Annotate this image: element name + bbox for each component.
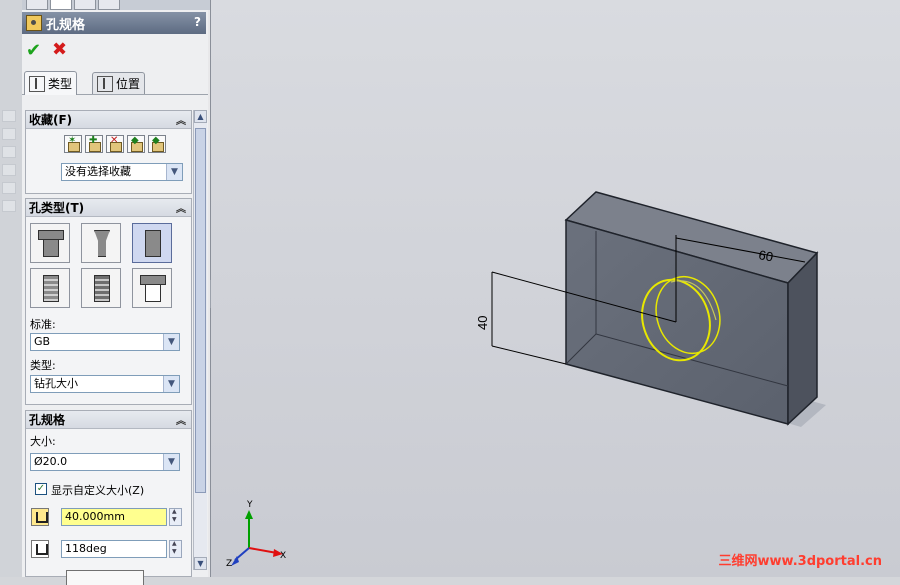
cancel-button[interactable]: ✖ — [52, 39, 67, 60]
hole-icon — [145, 230, 161, 257]
depth-input[interactable]: 40.000mm — [61, 508, 167, 526]
strip-mark — [2, 182, 16, 194]
hole-type-header[interactable]: 孔类型(T) ︽ — [26, 199, 191, 217]
side-face — [787, 251, 818, 426]
favorite-load-icon[interactable]: ◆ — [148, 135, 166, 153]
hole-type-group: 孔类型(T) ︽ 标准: GB ▼ 类型: 钻孔大小 ▼ — [25, 198, 192, 405]
depth-spinner[interactable] — [169, 508, 182, 526]
tab-position-label: 位置 — [116, 77, 141, 91]
counterbore-icon — [38, 230, 64, 257]
legacy-hole-button[interactable] — [132, 268, 172, 308]
manager-tab[interactable] — [74, 0, 96, 10]
standard-select-value: GB — [34, 335, 51, 348]
dimension-40[interactable]: 40 — [475, 316, 490, 330]
axis-x-label: X — [280, 551, 286, 561]
standard-select[interactable]: GB ▼ — [30, 333, 180, 351]
favorite-add-icon[interactable]: ✶ — [64, 135, 82, 153]
scroll-up-icon[interactable]: ▲ — [194, 110, 207, 123]
help-button[interactable]: ? — [194, 15, 201, 29]
watermark-text: 三维网www.3dportal.cn — [718, 554, 882, 569]
countersink-button[interactable] — [81, 223, 121, 263]
strip-mark — [2, 200, 16, 212]
tapped-hole-button[interactable] — [30, 268, 70, 308]
type-label: 类型: — [30, 359, 56, 372]
custom-size-label: 显示自定义大小(Z) — [51, 484, 145, 497]
y-axis-arrow — [245, 510, 253, 519]
scroll-down-icon[interactable]: ▼ — [194, 557, 207, 570]
dimension-line — [491, 345, 567, 365]
type-icon — [29, 75, 45, 92]
dimension-60[interactable]: 60 — [757, 247, 774, 264]
ok-button[interactable]: ✔ — [26, 40, 41, 61]
angle-input[interactable]: 118deg — [61, 540, 167, 558]
hole-button[interactable] — [132, 223, 172, 263]
chevron-down-icon[interactable]: ▼ — [163, 334, 179, 350]
position-icon — [97, 75, 113, 92]
collapse-icon[interactable]: ︽ — [176, 200, 186, 215]
scroll-thumb[interactable] — [195, 128, 206, 493]
x-axis-line — [248, 547, 278, 554]
depth-value: 40.000mm — [65, 510, 125, 523]
strip-mark — [2, 146, 16, 158]
countersink-icon — [94, 230, 110, 257]
counterbore-button[interactable] — [30, 223, 70, 263]
pipe-tap-button[interactable] — [81, 268, 121, 308]
model-view: 60 40 Y X Z — [226, 191, 826, 569]
favorites-select[interactable]: 没有选择收藏 ▼ — [61, 163, 183, 181]
manager-tabs — [22, 0, 210, 10]
favorite-save-icon[interactable]: ◆ — [127, 135, 145, 153]
collapse-icon[interactable]: ︽ — [176, 412, 186, 427]
strip-mark — [2, 128, 16, 140]
pipe-tap-icon — [94, 275, 110, 302]
standard-label: 标准: — [30, 318, 56, 331]
favorites-header[interactable]: 收藏(F) ︽ — [26, 111, 191, 129]
strip-mark — [2, 164, 16, 176]
strip-mark — [2, 110, 16, 122]
axis-z-label: Z — [226, 559, 232, 569]
panel-tabs: 类型 位置 — [22, 70, 208, 95]
panel-scrollbar[interactable]: ▲ ▼ — [193, 110, 207, 570]
size-select[interactable]: Ø20.0 ▼ — [30, 453, 180, 471]
tab-type[interactable]: 类型 — [24, 71, 78, 95]
tab-type-label: 类型 — [48, 77, 73, 91]
chevron-down-icon[interactable]: ▼ — [163, 376, 179, 392]
panel-content: 孔规格 ? ✔ ✖ 类型 位置 ▲ ▼ 收藏(F) ︽ ✶ ✚ ✕ ◆ ◆ 没有… — [22, 10, 208, 585]
angle-icon — [31, 540, 49, 558]
legacy-hole-icon — [140, 275, 166, 302]
left-strip — [0, 0, 23, 577]
manager-tab[interactable] — [98, 0, 120, 10]
favorites-select-value: 没有选择收藏 — [65, 165, 131, 178]
axis-y-label: Y — [246, 500, 253, 510]
axis-triad: Y X Z — [226, 500, 286, 569]
hole-spec-title: 孔规格 — [29, 413, 66, 427]
type-select-value: 钻孔大小 — [34, 377, 78, 390]
diameter-icon — [31, 508, 49, 526]
collapse-icon[interactable]: ︽ — [176, 112, 186, 127]
custom-size-checkbox[interactable]: ✓ — [35, 483, 47, 495]
chevron-down-icon[interactable]: ▼ — [166, 164, 182, 180]
angle-spinner[interactable] — [169, 540, 182, 558]
manager-tab-active[interactable] — [50, 0, 72, 10]
favorite-delete-icon[interactable]: ✕ — [106, 135, 124, 153]
hole-spec-group: 孔规格 ︽ 大小: Ø20.0 ▼ ✓ 显示自定义大小(Z) 40.000mm … — [25, 410, 192, 577]
graphics-viewport[interactable]: 60 40 Y X Z 三维网www.3dportal.cn — [211, 0, 900, 577]
favorites-title: 收藏(F) — [29, 113, 73, 127]
tab-position[interactable]: 位置 — [92, 72, 146, 94]
size-select-value: Ø20.0 — [34, 455, 68, 468]
chevron-down-icon[interactable]: ▼ — [163, 454, 179, 470]
size-label: 大小: — [30, 435, 56, 448]
hole-type-title: 孔类型(T) — [29, 201, 85, 215]
panel-title: 孔规格 — [46, 17, 86, 33]
type-select[interactable]: 钻孔大小 ▼ — [30, 375, 180, 393]
hole-wizard-icon — [26, 15, 42, 31]
panel-titlebar: 孔规格 ? — [22, 12, 206, 34]
angle-value: 118deg — [65, 542, 107, 555]
partial-bottom-button[interactable] — [66, 570, 144, 585]
favorite-plus-icon[interactable]: ✚ — [85, 135, 103, 153]
tapped-hole-icon — [43, 275, 59, 302]
favorites-group: 收藏(F) ︽ ✶ ✚ ✕ ◆ ◆ 没有选择收藏 ▼ — [25, 110, 192, 194]
property-manager: 孔规格 ? ✔ ✖ 类型 位置 ▲ ▼ 收藏(F) ︽ ✶ ✚ ✕ ◆ ◆ 没有… — [0, 0, 211, 585]
hole-spec-header[interactable]: 孔规格 ︽ — [26, 411, 191, 429]
manager-tab[interactable] — [26, 0, 48, 10]
